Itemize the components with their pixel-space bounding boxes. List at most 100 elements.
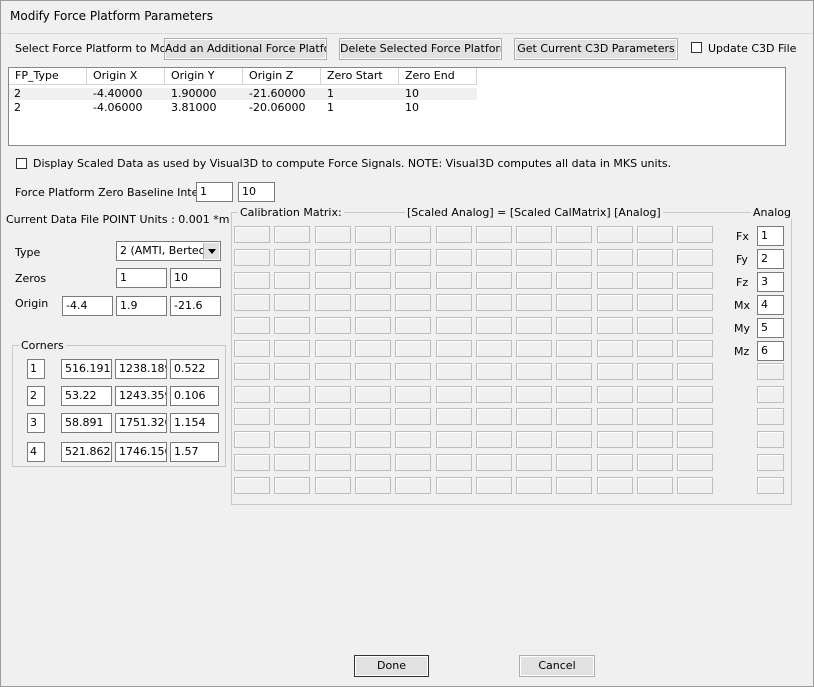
matrix-cell[interactable] [395,362,432,380]
corner-x-input[interactable]: 53.22 [61,386,112,406]
analog-channel-input[interactable]: 2 [757,249,784,269]
matrix-cell[interactable] [435,226,472,243]
analog-empty-cell[interactable] [757,362,784,380]
matrix-cell[interactable] [435,248,472,266]
matrix-cell[interactable] [234,454,270,471]
column-header-fp-type[interactable]: FP_Type [9,68,87,85]
matrix-cell[interactable] [395,271,432,289]
matrix-cell[interactable] [274,431,311,449]
matrix-cell[interactable] [395,431,432,449]
corner-z-input[interactable]: 1.57 [170,442,219,462]
matrix-cell[interactable] [637,226,673,243]
update-c3d-checkbox[interactable] [691,42,702,53]
matrix-cell[interactable] [354,408,391,426]
matrix-cell[interactable] [677,454,714,471]
matrix-cell[interactable] [314,271,351,289]
matrix-cell[interactable] [596,226,633,243]
matrix-cell[interactable] [677,362,714,380]
matrix-cell[interactable] [516,317,553,335]
matrix-cell[interactable] [274,340,311,357]
matrix-cell[interactable] [234,431,270,449]
matrix-cell[interactable] [234,294,270,312]
matrix-cell[interactable] [556,271,593,289]
matrix-cell[interactable] [516,248,553,266]
matrix-cell[interactable] [234,476,270,494]
matrix-cell[interactable] [395,317,432,335]
matrix-cell[interactable] [314,340,351,357]
analog-empty-cell[interactable] [757,454,784,471]
corner-index[interactable]: 3 [27,413,45,433]
matrix-cell[interactable] [596,317,633,335]
matrix-cell[interactable] [677,226,714,243]
matrix-cell[interactable] [395,340,432,357]
matrix-cell[interactable] [354,385,391,403]
matrix-cell[interactable] [637,340,673,357]
matrix-cell[interactable] [435,340,472,357]
matrix-cell[interactable] [556,408,593,426]
matrix-cell[interactable] [354,294,391,312]
matrix-cell[interactable] [234,248,270,266]
matrix-cell[interactable] [314,317,351,335]
matrix-cell[interactable] [677,431,714,449]
matrix-cell[interactable] [314,476,351,494]
matrix-cell[interactable] [234,362,270,380]
matrix-cell[interactable] [274,476,311,494]
matrix-cell[interactable] [516,271,553,289]
matrix-cell[interactable] [395,226,432,243]
corner-index[interactable]: 2 [27,386,45,406]
matrix-cell[interactable] [395,248,432,266]
matrix-cell[interactable] [395,385,432,403]
analog-channel-input[interactable]: 6 [757,341,784,361]
corner-index[interactable]: 1 [27,359,45,379]
origin-y-input[interactable]: 1.9 [116,296,167,316]
corner-y-input[interactable]: 1746.156 [115,442,167,462]
matrix-cell[interactable] [435,454,472,471]
matrix-cell[interactable] [637,317,673,335]
matrix-cell[interactable] [516,408,553,426]
matrix-cell[interactable] [596,385,633,403]
column-header-origin-z[interactable]: Origin Z [243,68,321,85]
matrix-cell[interactable] [354,248,391,266]
matrix-cell[interactable] [677,248,714,266]
matrix-cell[interactable] [395,408,432,426]
delete-platform-button[interactable]: Delete Selected Force Platform [339,38,502,60]
matrix-cell[interactable] [596,248,633,266]
analog-channel-input[interactable]: 1 [757,226,784,246]
matrix-cell[interactable] [475,340,512,357]
matrix-cell[interactable] [274,317,311,335]
matrix-cell[interactable] [395,454,432,471]
matrix-cell[interactable] [274,385,311,403]
matrix-cell[interactable] [556,454,593,471]
matrix-cell[interactable] [596,271,633,289]
matrix-cell[interactable] [637,385,673,403]
matrix-cell[interactable] [596,294,633,312]
matrix-cell[interactable] [354,454,391,471]
matrix-cell[interactable] [596,476,633,494]
matrix-cell[interactable] [637,408,673,426]
matrix-cell[interactable] [234,385,270,403]
matrix-cell[interactable] [234,317,270,335]
matrix-cell[interactable] [556,340,593,357]
matrix-cell[interactable] [274,294,311,312]
matrix-cell[interactable] [637,431,673,449]
baseline-start-input[interactable]: 1 [196,182,233,202]
corner-z-input[interactable]: 1.154 [170,413,219,433]
matrix-cell[interactable] [435,476,472,494]
type-dropdown[interactable]: 2 (AMTI, Bertec) [116,241,221,261]
matrix-cell[interactable] [516,294,553,312]
matrix-cell[interactable] [274,226,311,243]
corner-y-input[interactable]: 1238.189 [115,359,167,379]
matrix-cell[interactable] [677,385,714,403]
matrix-cell[interactable] [395,476,432,494]
matrix-cell[interactable] [516,454,553,471]
matrix-cell[interactable] [274,248,311,266]
matrix-cell[interactable] [677,317,714,335]
matrix-cell[interactable] [556,362,593,380]
matrix-cell[interactable] [596,362,633,380]
matrix-cell[interactable] [475,271,512,289]
matrix-cell[interactable] [516,340,553,357]
matrix-cell[interactable] [435,317,472,335]
force-platform-table[interactable]: FP_Type Origin X Origin Y Origin Z Zero … [8,67,786,146]
matrix-cell[interactable] [596,431,633,449]
matrix-cell[interactable] [556,431,593,449]
